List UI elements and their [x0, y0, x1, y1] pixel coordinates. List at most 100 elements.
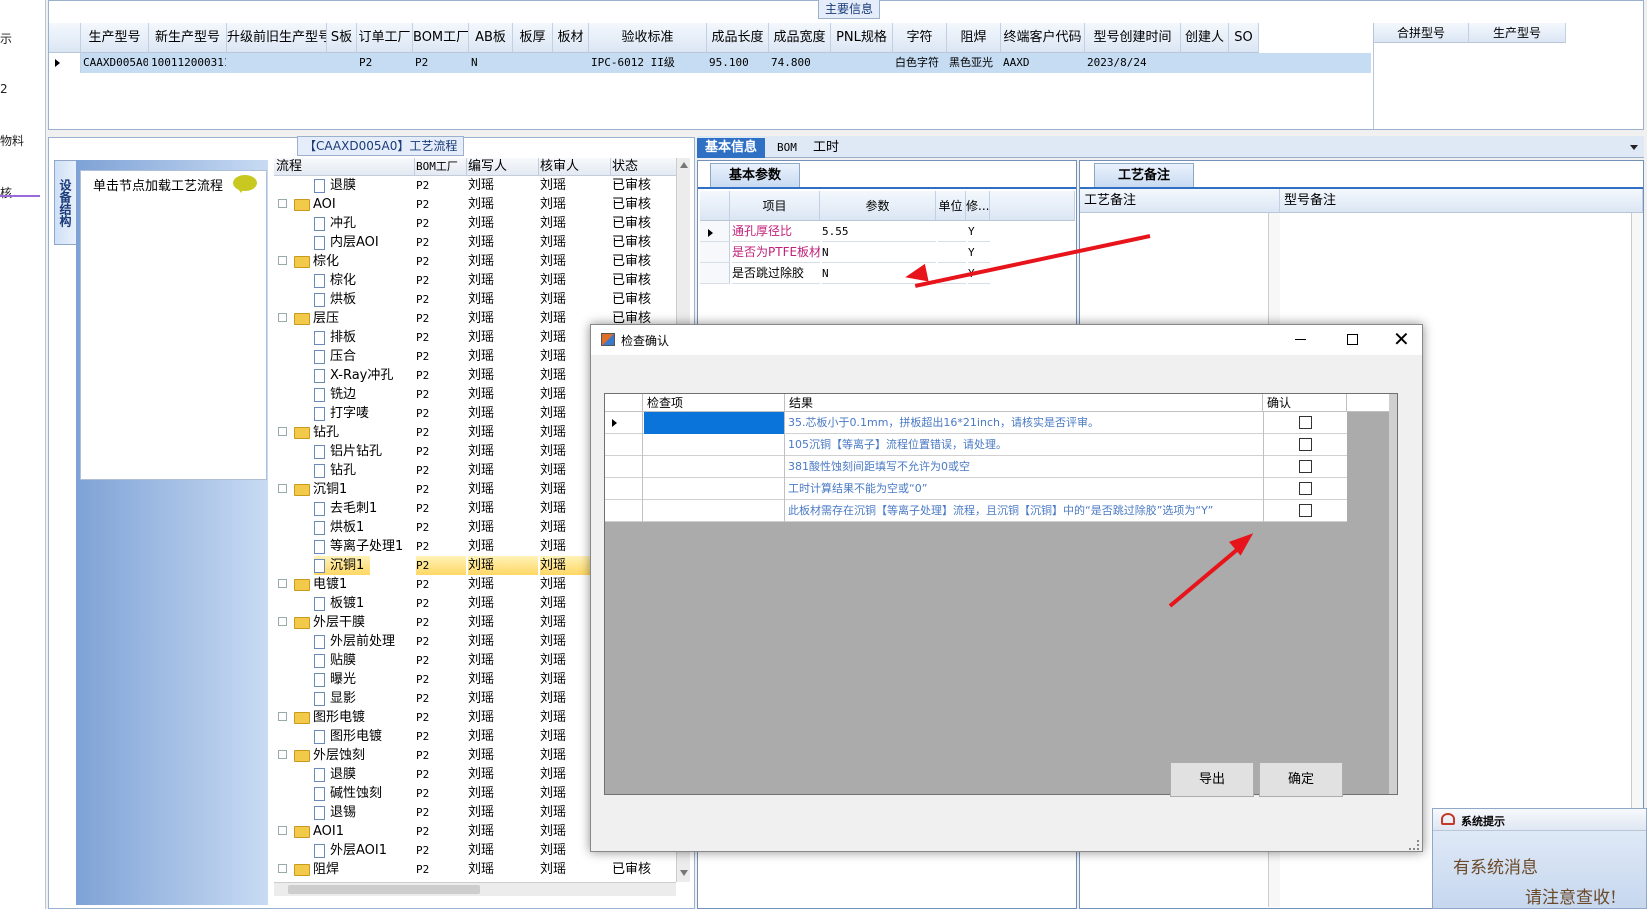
table-cell[interactable]: P2	[359, 53, 412, 73]
tree-node[interactable]: 电镀1	[294, 575, 353, 594]
confirm-checkbox[interactable]	[1299, 416, 1312, 429]
tree-node[interactable]: 冲孔	[314, 214, 362, 233]
minimize-icon[interactable]	[1295, 339, 1306, 340]
collapse-toggle-icon[interactable]	[278, 864, 287, 873]
tab-basic-info[interactable]: 基本信息	[697, 138, 766, 158]
row-selector[interactable]	[49, 53, 81, 73]
table-cell[interactable]	[1231, 53, 1258, 73]
close-icon[interactable]: ✕	[1393, 327, 1410, 351]
tree-row[interactable]: 退膜 P2 刘瑶 刘瑶 已审核	[274, 176, 690, 195]
row-selector[interactable]	[700, 221, 730, 242]
tree-node[interactable]: 等离子处理1	[314, 537, 409, 556]
nav-item[interactable]: 物料	[0, 132, 24, 149]
row-selector[interactable]	[605, 478, 643, 500]
collapse-toggle-icon[interactable]	[278, 427, 287, 436]
tree-node[interactable]: 退锡	[314, 803, 362, 822]
collapse-toggle-icon[interactable]	[278, 579, 287, 588]
tree-row[interactable]: 烘板 P2 刘瑶 刘瑶 已审核	[274, 290, 690, 309]
collapse-toggle-icon[interactable]	[278, 256, 287, 265]
tree-node[interactable]: 碱性蚀刻	[314, 784, 388, 803]
tree-node[interactable]: 压合	[314, 347, 362, 366]
collapse-toggle-icon[interactable]	[278, 617, 287, 626]
table-cell[interactable]	[555, 53, 588, 73]
tab-process-notes[interactable]: 工艺备注	[1094, 163, 1194, 187]
table-cell[interactable]: 95.100	[709, 53, 768, 73]
tree-node[interactable]: 沉铜1	[294, 480, 353, 499]
tree-node[interactable]: 退膜	[314, 765, 362, 784]
row-selector[interactable]	[605, 434, 643, 456]
table-row[interactable]: 此板材需存在沉铜【等离子处理】流程，且沉铜【沉铜】中的“是否跳过除胶”选项为“Y…	[605, 500, 1347, 522]
tree-row[interactable]: AOI P2 刘瑶 刘瑶 已审核	[274, 195, 690, 214]
collapse-toggle-icon[interactable]	[278, 484, 287, 493]
tree-node[interactable]: 阻焊	[294, 860, 345, 879]
table-cell[interactable]	[515, 53, 552, 73]
tree-node[interactable]: 板镀1	[314, 594, 370, 613]
table-cell[interactable]	[229, 53, 326, 73]
chevron-down-icon[interactable]	[1630, 145, 1638, 150]
check-item-cell[interactable]	[644, 412, 785, 434]
row-selector[interactable]	[700, 242, 730, 263]
confirm-checkbox[interactable]	[1299, 482, 1312, 495]
tree-row[interactable]: 棕化 P2 刘瑶 刘瑶 已审核	[274, 252, 690, 271]
tree-node[interactable]: X-Ray冲孔	[314, 366, 399, 385]
tree-row[interactable]: 冲孔 P2 刘瑶 刘瑶 已审核	[274, 214, 690, 233]
table-cell[interactable]: 2023/8/24	[1087, 53, 1180, 73]
collapse-toggle-icon[interactable]	[278, 313, 287, 322]
table-cell[interactable]: P2	[415, 53, 468, 73]
check-item-cell[interactable]	[644, 500, 785, 522]
nav-item[interactable]: 2	[0, 82, 8, 96]
tree-horizontal-scrollbar[interactable]	[274, 882, 676, 896]
table-cell[interactable]: IPC-6012 II级	[591, 53, 706, 73]
tree-node[interactable]: 打字唛	[314, 404, 375, 423]
tree-node[interactable]: 图形电镀	[314, 727, 388, 746]
tree-node[interactable]: 沉铜1	[314, 556, 371, 575]
tree-node[interactable]: 外层前处理	[314, 632, 401, 651]
tree-node[interactable]: 内层AOI	[314, 233, 385, 252]
tree-node[interactable]: 退膜	[314, 176, 362, 195]
collapse-toggle-icon[interactable]	[278, 750, 287, 759]
param-mod-cell[interactable]: Y	[968, 221, 990, 242]
tree-node[interactable]: 铣边	[314, 385, 362, 404]
table-cell[interactable]: N	[471, 53, 512, 73]
table-row[interactable]: CAAXD005A010011200031195P2P2NIPC-6012 II…	[49, 53, 1371, 73]
confirm-checkbox[interactable]	[1299, 504, 1312, 517]
table-row[interactable]: 381酸性蚀刻间距填写不允许为0或空	[605, 456, 1347, 478]
tree-row[interactable]: 内层AOI P2 刘瑶 刘瑶 已审核	[274, 233, 690, 252]
side-tab-equipment[interactable]: 设备结构	[54, 160, 76, 245]
ok-button[interactable]: 确定	[1259, 762, 1343, 797]
tree-node[interactable]: 图形电镀	[294, 708, 371, 727]
table-cell[interactable]: 白色字符	[895, 53, 946, 73]
table-cell[interactable]	[1183, 53, 1228, 73]
table-row[interactable]: 35.芯板小于0.1mm，拼板超出16*21inch，请核实是否评审。	[605, 412, 1347, 434]
table-cell[interactable]	[329, 53, 356, 73]
check-item-cell[interactable]	[644, 478, 785, 500]
row-selector[interactable]	[605, 456, 643, 478]
tab-work-hours[interactable]: 工时	[805, 138, 847, 158]
table-cell[interactable]	[833, 53, 892, 73]
tree-node[interactable]: 显影	[314, 689, 362, 708]
tree-node[interactable]: 铝片钻孔	[314, 442, 388, 461]
tree-node[interactable]: 烘板	[314, 290, 362, 309]
confirm-checkbox[interactable]	[1299, 460, 1312, 473]
system-message-popup[interactable]: 系统提示 有系统消息 请注意查收!	[1432, 808, 1647, 909]
param-value-cell[interactable]: N	[822, 242, 936, 263]
tree-node[interactable]: 贴膜	[314, 651, 362, 670]
tree-node[interactable]: 棕化	[314, 271, 362, 290]
tree-node[interactable]: 外层AOI1	[314, 841, 393, 860]
export-button[interactable]: 导出	[1170, 762, 1254, 797]
tab-basic-params[interactable]: 基本参数	[710, 163, 800, 187]
tree-node[interactable]: 排板	[314, 328, 362, 347]
param-mod-cell[interactable]: Y	[968, 242, 990, 263]
scroll-up-icon[interactable]	[680, 162, 688, 168]
table-cell[interactable]: 74.800	[771, 53, 830, 73]
grid-scrollbar[interactable]	[1389, 394, 1397, 794]
collapse-toggle-icon[interactable]	[278, 712, 287, 721]
scroll-thumb[interactable]	[288, 885, 480, 894]
check-item-cell[interactable]	[644, 434, 785, 456]
tree-node[interactable]: AOI1	[294, 822, 350, 841]
table-cell[interactable]: 10011200031195	[151, 53, 226, 73]
tab-bom[interactable]: BOM	[769, 138, 805, 158]
tree-node[interactable]: 烘板1	[314, 518, 370, 537]
tree-node[interactable]: 去毛刺1	[314, 499, 383, 518]
resize-grip-icon[interactable]	[1409, 840, 1419, 850]
